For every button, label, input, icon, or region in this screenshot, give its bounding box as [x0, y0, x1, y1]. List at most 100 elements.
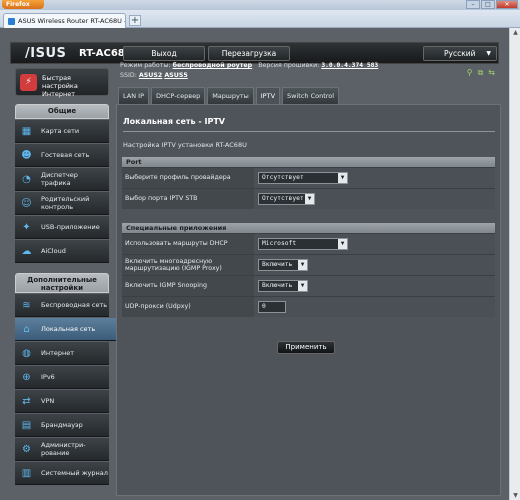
content-panel: Локальная сеть - IPTV Настройка IPTV уст… — [116, 104, 501, 496]
sidebar-item-firewall[interactable]: ▤ Брандмауэр — [15, 414, 109, 437]
sidebar-item-guest-network[interactable]: ☻ Гостевая сеть — [15, 144, 109, 167]
chevron-down-icon: ▼ — [305, 194, 314, 204]
chevron-down-icon: ▼ — [486, 50, 491, 57]
igmp-proxy-select[interactable]: Включить ▼ — [258, 259, 308, 271]
parental-control-icon: ☺ — [21, 198, 32, 209]
browser-tab[interactable]: ASUS Wireless Router RT-AC68U - IPTV — [3, 13, 126, 28]
guest-network-icon: ☻ — [21, 150, 32, 161]
sidebar-item-label: IPv6 — [41, 373, 55, 381]
firmware-label: Версия прошивки: — [258, 62, 320, 69]
apply-button[interactable]: Применить — [277, 341, 335, 354]
sidebar-item-vpn[interactable]: ⇄ VPN — [15, 390, 109, 413]
minimize-button[interactable]: – — [466, 0, 480, 9]
home-icon: ⌂ — [23, 324, 30, 335]
quick-setup-button[interactable]: ⚡ Быстрая настройка Интернет — [15, 68, 109, 98]
ssid-2g-link[interactable]: ASUS2 — [139, 72, 162, 79]
igmp-snooping-select[interactable]: Включить ▼ — [258, 280, 308, 292]
sidebar-item-label: Диспетчер трафика — [41, 171, 78, 187]
tab-lan-ip[interactable]: LAN IP — [118, 87, 149, 104]
scrollbar[interactable]: ▲ ▼ — [509, 28, 520, 500]
dhcp-routes-value: Microsoft — [262, 240, 297, 247]
ipv6-icon: ⊕ — [22, 372, 31, 383]
close-button[interactable]: ✕ — [496, 0, 518, 9]
special-apps-group: Специальные приложения Использовать марш… — [122, 223, 495, 317]
sidebar-item-traffic-manager[interactable]: ◔ Диспетчер трафика — [15, 168, 109, 191]
port-group-title: Port — [122, 157, 495, 167]
header-banner: /ISUS RT-AC68U Выход Перезагрузка Русски… — [10, 42, 499, 64]
udpxy-label: UDP-прокси (Udpxy) — [122, 297, 254, 317]
sidebar-item-label: Системный журнал — [41, 469, 108, 477]
igmp-proxy-label: Включить многоадресную маршрутизацию (IG… — [122, 255, 254, 275]
provider-profile-label: Выберите профиль провайдера — [122, 168, 254, 188]
sidebar-item-network-map[interactable]: ▦ Карта сети — [15, 120, 109, 143]
router-page: /ISUS RT-AC68U Выход Перезагрузка Русски… — [0, 28, 509, 500]
igmp-proxy-row: Включить многоадресную маршрутизацию (IG… — [122, 254, 495, 275]
network-status-icon[interactable]: ⧉ — [478, 68, 484, 78]
sidebar-item-home[interactable]: ⌂ Локальная сеть — [15, 318, 123, 341]
asus-logo: /ISUS — [25, 46, 67, 61]
quick-setup-icon: ⚡ — [20, 74, 37, 91]
page-tabs: LAN IP DHCP-сервер Маршруты IPTV Switch Cont… — [118, 87, 340, 104]
quick-setup-label: Быстрая настройка Интернет — [42, 74, 78, 98]
sidebar-item-log[interactable]: ▥ Системный журнал — [15, 462, 109, 485]
new-tab-button[interactable]: + — [129, 15, 141, 26]
tab-маршруты[interactable]: Маршруты — [207, 87, 254, 104]
ssid-5g-link[interactable]: ASUS5 — [164, 72, 187, 79]
reboot-button[interactable]: Перезагрузка — [208, 46, 290, 61]
stb-port-row: Выбор порта IPTV STB Отсутствует ▼ — [122, 188, 495, 209]
udpxy-row: UDP-прокси (Udpxy) 0 — [122, 296, 495, 317]
browser-tabbar: ASUS Wireless Router RT-AC68U - IPTV + — [0, 10, 520, 28]
favicon-icon — [8, 18, 15, 25]
sidebar-item-label: Родительский контроль — [41, 195, 90, 211]
window-controls: – □ ✕ — [466, 0, 518, 9]
log-icon: ▥ — [21, 468, 32, 479]
igmp-snooping-value: Включить — [262, 282, 293, 289]
browser-tab-title: ASUS Wireless Router RT-AC68U - IPTV — [18, 17, 125, 25]
language-select[interactable]: Русский ▼ — [423, 46, 497, 61]
igmp-snooping-row: Включить IGMP Snooping Включить ▼ — [122, 275, 495, 296]
tab-dhcp-сервер[interactable]: DHCP-сервер — [150, 87, 206, 104]
wireless-icon: ≋ — [22, 300, 31, 311]
dhcp-routes-row: Использовать маршруты DHCP Microsoft ▼ — [122, 233, 495, 254]
globe-icon: ◍ — [22, 348, 31, 359]
sidebar-item-label: Брандмауэр — [41, 421, 83, 429]
logout-button[interactable]: Выход — [123, 46, 205, 61]
operation-mode-label: Режим работы: — [120, 62, 171, 69]
udpxy-input[interactable]: 0 — [258, 301, 286, 313]
sidebar-item-label: Администри-рование — [41, 441, 86, 457]
sidebar-item-admin[interactable]: ⚙ Администри-рование — [15, 438, 109, 461]
sidebar-item-label: Локальная сеть — [41, 325, 96, 333]
provider-profile-row: Выберите профиль провайдера Отсутствует ▼ — [122, 167, 495, 188]
sidebar-item-wireless[interactable]: ≋ Беспроводная сеть — [15, 294, 109, 317]
provider-profile-select[interactable]: Отсутствует ▼ — [258, 172, 348, 184]
tab-iptv[interactable]: IPTV — [255, 87, 281, 104]
firmware-link[interactable]: 3.0.0.4.374_583 — [321, 62, 378, 69]
dhcp-routes-select[interactable]: Microsoft ▼ — [258, 238, 348, 250]
sidebar-item-globe[interactable]: ◍ Интернет — [15, 342, 109, 365]
ssid-label: SSID: — [120, 72, 137, 79]
cloud-icon: ☁ — [21, 246, 32, 257]
special-apps-title: Специальные приложения — [122, 223, 495, 233]
firefox-menu-button[interactable]: Firefox — [2, 0, 44, 9]
sidebar-item-parental-control[interactable]: ☺ Родительский контроль — [15, 192, 109, 215]
chevron-down-icon: ▼ — [298, 260, 307, 270]
scroll-up-icon[interactable]: ▲ — [511, 28, 520, 37]
lock-icon[interactable]: ⚲ — [467, 68, 473, 78]
igmp-proxy-value: Включить — [262, 261, 293, 268]
stb-port-value: Отсутствует — [262, 195, 304, 202]
operation-mode-link[interactable]: беспроводной роутер — [173, 62, 253, 69]
sidebar-item-usb[interactable]: ✦ USB-приложение — [15, 216, 109, 239]
usb-status-icon[interactable]: ⇆ — [488, 68, 495, 78]
stb-port-select[interactable]: Отсутствует ▼ — [258, 193, 315, 205]
maximize-button[interactable]: □ — [481, 0, 495, 9]
status-info: Режим работы: беспроводной роутер Версия… — [120, 62, 505, 88]
network-map-icon: ▦ — [21, 126, 32, 137]
page-title: Локальная сеть - IPTV — [123, 117, 225, 126]
sidebar-item-ipv6[interactable]: ⊕ IPv6 — [15, 366, 109, 389]
operation-mode-row: Режим работы: беспроводной роутер Версия… — [120, 62, 378, 69]
sidebar-item-label: Беспроводная сеть — [41, 301, 108, 309]
chevron-down-icon: ▼ — [298, 281, 307, 291]
scroll-down-icon[interactable]: ▼ — [511, 491, 520, 500]
tab-switch-control[interactable]: Switch Control — [282, 87, 340, 104]
sidebar-item-cloud[interactable]: ☁ AiCloud — [15, 240, 109, 263]
